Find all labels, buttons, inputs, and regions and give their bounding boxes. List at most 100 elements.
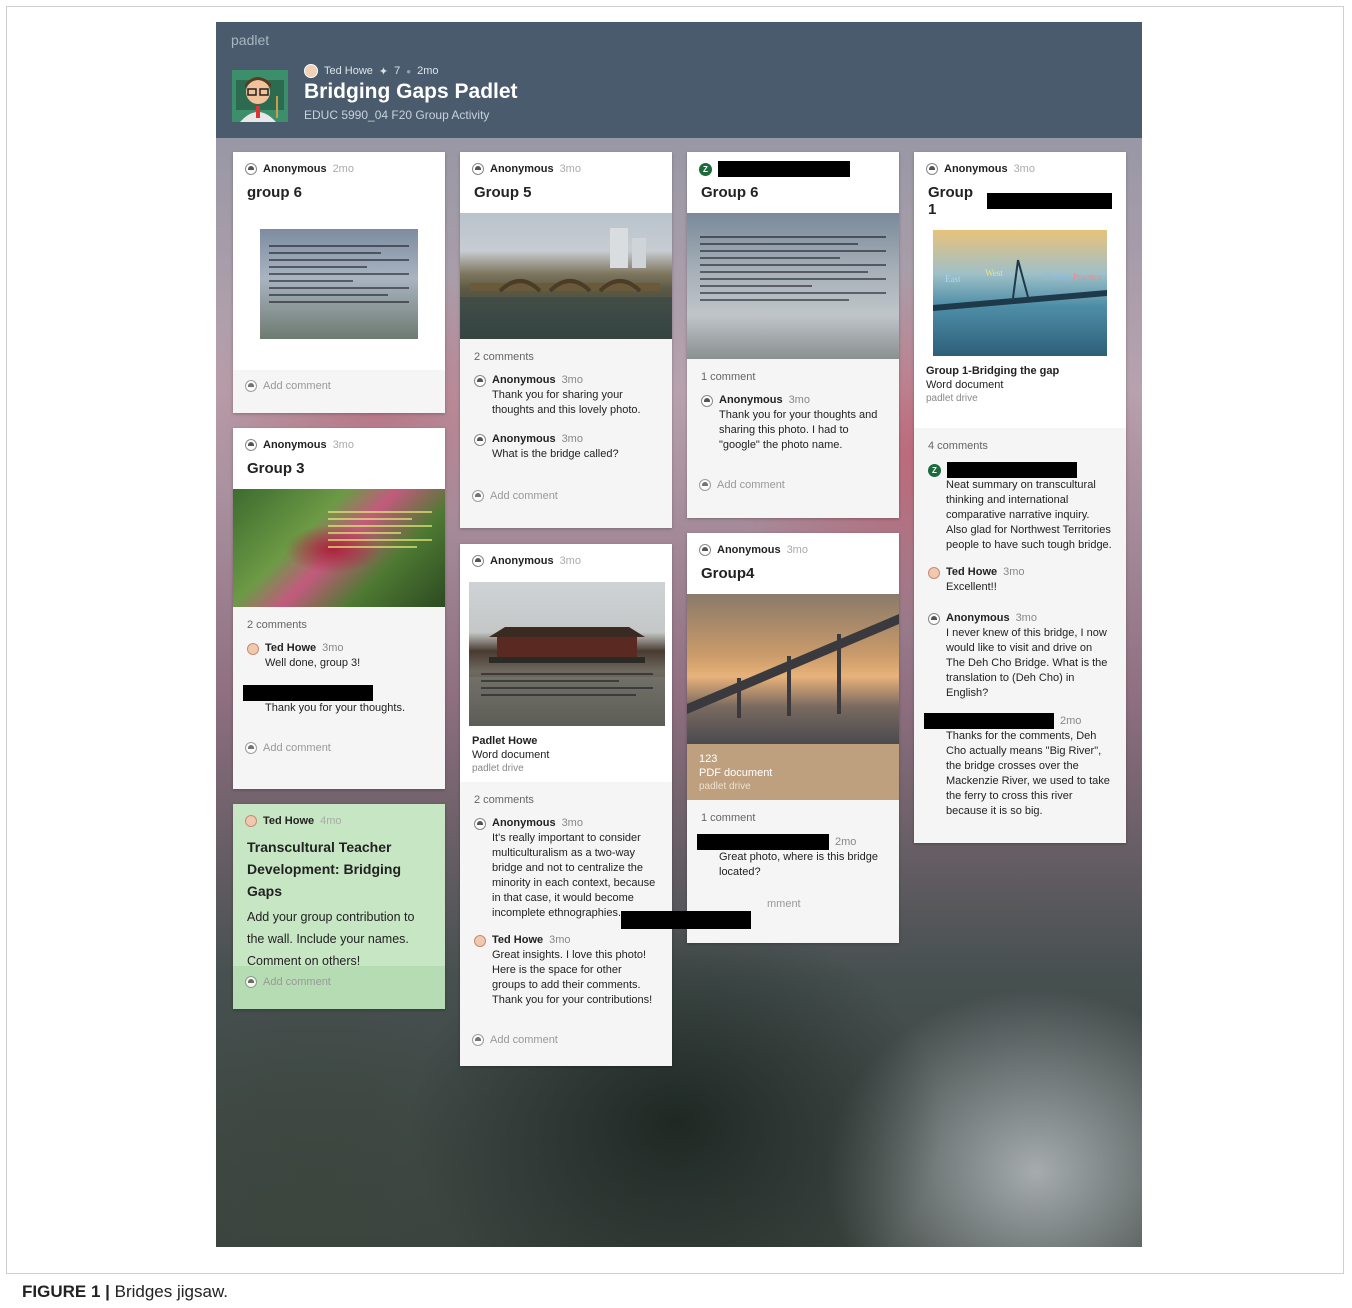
pavilion-bridge-photo: [469, 627, 665, 726]
post-image[interactable]: [233, 489, 445, 607]
attachment-info[interactable]: Group 1-Bridging the gap Word document p…: [914, 356, 1126, 412]
attachment-info[interactable]: Padlet Howe Word document padlet drive: [460, 726, 672, 782]
page-subtitle: EDUC 5990_04 F20 Group Activity: [304, 108, 490, 122]
brand-logo[interactable]: padlet: [231, 32, 269, 48]
padlet-age: 2mo: [417, 65, 439, 77]
ted-howe-avatar-icon: [245, 815, 257, 827]
image-word-east: East: [945, 274, 961, 284]
add-comment-button[interactable]: Add comment: [914, 823, 1126, 843]
teacher-avatar-icon: [232, 70, 288, 122]
add-comment-button[interactable]: Add comment: [460, 466, 672, 512]
post-head: Anonymous 3mo Group 3: [233, 428, 445, 489]
post-title: group 6: [247, 184, 302, 201]
like-count: 7: [394, 65, 401, 77]
anonymous-avatar-icon: [245, 742, 257, 754]
post-head: Anonymous 3mo Group4: [687, 533, 899, 594]
padlet-screen: padlet Ted Howe ✦ 7 ● 2mo Bridging Gaps …: [216, 22, 1142, 1247]
post-head: Anonymous 2mo group 6: [233, 152, 445, 370]
post-author: Anonymous 3mo: [687, 533, 899, 557]
redacted-name: [947, 462, 1077, 478]
comment: Ted Howe 3mo Excellent!!: [914, 557, 1126, 599]
post-author: Anonymous 2mo: [233, 152, 445, 176]
post-image[interactable]: [469, 582, 665, 726]
document-text-lines: [328, 506, 433, 553]
post-author: Ted Howe 4mo: [233, 804, 445, 828]
add-comment-button[interactable]: Add comment: [460, 1012, 672, 1056]
comments-count: 1 comment: [701, 812, 756, 824]
post-group6b[interactable]: Z Group 6 1 comment Anonymous 3mo Thank y…: [687, 152, 899, 518]
anonymous-avatar-icon: [699, 544, 711, 556]
post-title: Transcultural Teacher Development: Bridg…: [247, 839, 402, 899]
redacted-name: [697, 834, 829, 850]
redacted-name: [924, 713, 1054, 729]
post-group6a[interactable]: Anonymous 2mo group 6 Add comment: [233, 152, 445, 413]
post-head: Anonymous 3mo Group 5: [460, 152, 672, 213]
anonymous-avatar-icon: [474, 817, 486, 830]
comment: 2mo Thanks for the comments, Deh Cho act…: [914, 705, 1126, 823]
comment: Anonymous 3mo What is the bridge called?: [460, 422, 672, 466]
comment: Anonymous 3mo I never knew of this bridge…: [914, 599, 1126, 705]
post-head: Anonymous 3mo Group 1 East West Theory P…: [914, 152, 1126, 428]
add-comment-button[interactable]: Add comment: [233, 720, 445, 764]
anonymous-avatar-icon: [245, 439, 257, 451]
redacted-name: [243, 685, 373, 701]
comment: Ted Howe 3mo Well done, group 3!: [233, 635, 445, 675]
ted-howe-avatar-icon: [247, 642, 259, 655]
post-group5[interactable]: Anonymous 3mo Group 5 2 comments Anonymo…: [460, 152, 672, 528]
comment: Thank you for your thoughts.: [233, 675, 445, 720]
comment: Z Neat summary on transcultural thinking…: [914, 456, 1126, 557]
post-author: Anonymous 3mo: [460, 544, 672, 568]
anonymous-avatar-icon: [699, 479, 711, 491]
long-bridge-photo: [687, 614, 899, 718]
post-title: Group 3: [247, 460, 305, 477]
image-word-theory: Theory: [1043, 272, 1069, 282]
like-icon: ✦: [378, 65, 389, 78]
comments-count: 2 comments: [247, 619, 307, 631]
post-body: Add your group contribution to the wall.…: [247, 910, 415, 968]
post-group3[interactable]: Anonymous 3mo Group 3 2 comments Ted How…: [233, 428, 445, 789]
anonymous-avatar-icon: [472, 490, 484, 502]
post-head: Z Group 6: [687, 152, 899, 213]
post-author: Anonymous 3mo: [233, 428, 445, 452]
comments-count: 1 comment: [701, 371, 756, 383]
anonymous-avatar-icon: [926, 163, 938, 175]
post-image[interactable]: [687, 594, 899, 744]
add-comment-button[interactable]: Add comment: [687, 457, 899, 501]
padlet-header: padlet Ted Howe ✦ 7 ● 2mo Bridging Gaps …: [216, 22, 1142, 138]
bridge-diagram-photo: East West Theory Practice: [933, 259, 1107, 311]
comment: Anonymous 3mo It's really important to co…: [460, 810, 672, 925]
anonymous-avatar-icon: [245, 163, 257, 175]
figure-label: FIGURE 1 |: [22, 1282, 110, 1301]
add-comment-button[interactable]: Add comment: [233, 370, 445, 402]
image-word-practice: Practice: [1073, 272, 1102, 282]
document-text-lines: [480, 668, 654, 701]
post-title: Group4: [701, 565, 755, 582]
figure-caption: FIGURE 1 | Bridges jigsaw.: [22, 1282, 228, 1302]
post-image[interactable]: [260, 229, 418, 339]
post-title: Group 1: [914, 176, 1126, 230]
post-title: Group 5: [474, 184, 532, 201]
post-author: Anonymous 3mo: [460, 152, 672, 176]
anonymous-avatar-icon: [701, 394, 713, 407]
anonymous-avatar-icon: [245, 976, 257, 988]
post-title: Group 6: [701, 184, 759, 201]
bridge-photo: [460, 228, 672, 339]
post-author: Anonymous 3mo: [914, 152, 1126, 176]
comment: Anonymous 3mo Thank you for sharing your …: [460, 367, 672, 422]
owner-name[interactable]: Ted Howe: [324, 65, 373, 77]
anonymous-avatar-icon: [472, 555, 484, 567]
post-intro[interactable]: Ted Howe 4mo Transcultural Teacher Devel…: [233, 804, 445, 1009]
attachment-info[interactable]: 123 PDF document padlet drive: [687, 744, 899, 800]
anonymous-avatar-icon: [474, 433, 486, 446]
comments-count: 2 comments: [474, 794, 534, 806]
post-group1[interactable]: Anonymous 3mo Group 1 East West Theory P…: [914, 152, 1126, 843]
comment: Ted Howe 3mo Great insights. I love this …: [460, 925, 672, 1012]
post-group4[interactable]: Anonymous 3mo Group4 123 PDF document pa…: [687, 533, 899, 943]
post-image[interactable]: [460, 213, 672, 339]
post-image[interactable]: East West Theory Practice: [933, 230, 1107, 356]
anonymous-avatar-icon: [472, 163, 484, 175]
comments-count: 4 comments: [928, 440, 988, 452]
post-image[interactable]: [687, 213, 899, 359]
post-padlet-howe[interactable]: Anonymous 3mo Padlet Howe Word document …: [460, 544, 672, 1066]
comments-count: 2 comments: [474, 351, 534, 363]
